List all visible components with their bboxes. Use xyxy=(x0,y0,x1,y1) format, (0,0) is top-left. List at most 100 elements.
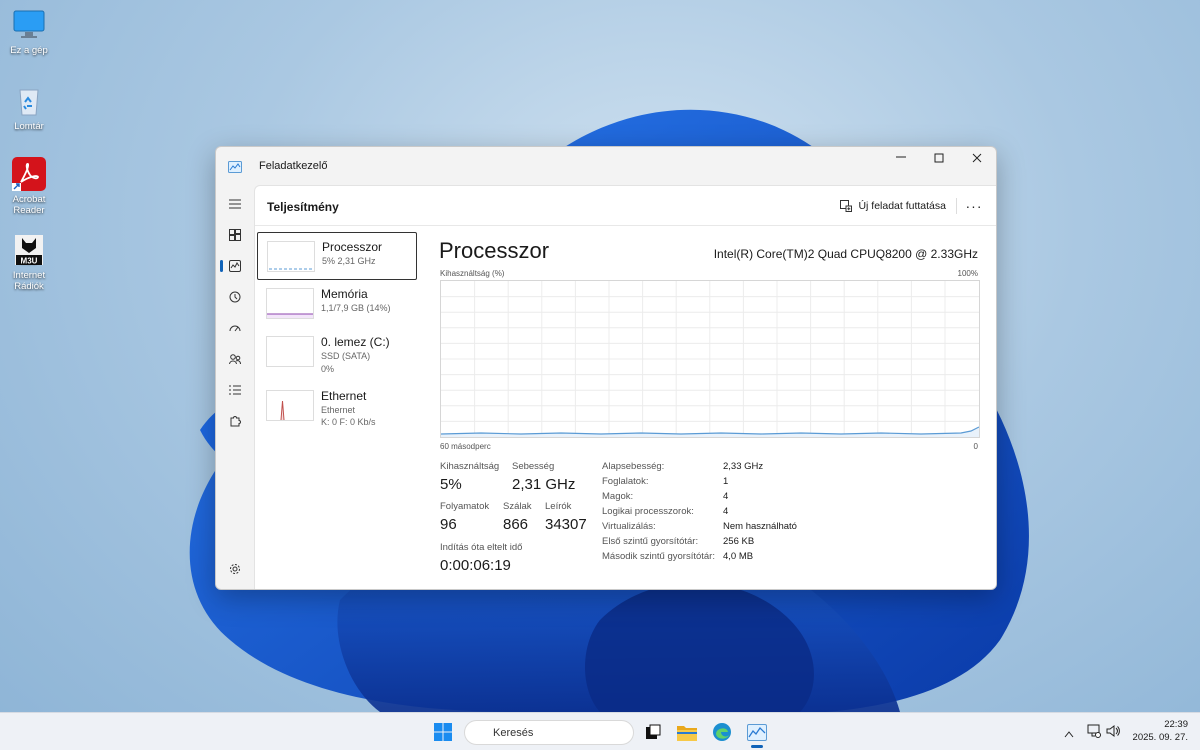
spec-label: Magok: xyxy=(602,491,634,502)
page-title: Teljesítmény xyxy=(267,200,339,214)
desktop-icon-recycle-bin[interactable]: Lomtár xyxy=(6,84,52,132)
nav-details[interactable] xyxy=(223,379,247,401)
cpu-model: Intel(R) Core(TM)2 Quad CPUQ8200 @ 2.33G… xyxy=(713,247,978,261)
nav-services[interactable] xyxy=(223,410,247,432)
memory-thumbnail xyxy=(266,288,314,319)
device-item-memory[interactable]: Memória 1,1/7,9 GB (14%) xyxy=(257,280,417,328)
stat-handles: Leírók 34307 xyxy=(545,501,587,533)
spec-value: 1 xyxy=(723,476,729,487)
clock-time: 22:39 xyxy=(1164,719,1188,730)
spec-label: Második szintű gyorsítótár: xyxy=(602,551,715,562)
nav-performance[interactable] xyxy=(220,255,247,277)
performance-icon xyxy=(229,260,241,272)
more-options-button[interactable]: ··· xyxy=(964,196,984,216)
spec-value: 256 KB xyxy=(723,536,755,547)
speaker-icon xyxy=(1106,725,1120,737)
speedometer-icon xyxy=(229,325,241,332)
content-pane: Teljesítmény Új feladat futtatása ··· Pr… xyxy=(254,185,996,589)
folder-icon xyxy=(677,725,697,741)
command-bar: Teljesítmény Új feladat futtatása ··· xyxy=(255,186,996,226)
spec-value: 4 xyxy=(723,491,729,502)
detail-title: Processzor xyxy=(439,238,550,263)
navigation-rail xyxy=(216,185,254,589)
desktop-icon-label: Acrobat Reader xyxy=(12,194,46,216)
device-subtitle: SSD (SATA) xyxy=(321,351,371,361)
minimize-button[interactable] xyxy=(882,147,920,168)
device-subtitle: 1,1/7,9 GB (14%) xyxy=(321,303,391,313)
stat-processes: Folyamatok 96 xyxy=(440,501,489,533)
device-item-ethernet[interactable]: Ethernet Ethernet K: 0 F: 0 Kb/s xyxy=(257,382,417,430)
search-placeholder: Keresés xyxy=(493,726,534,739)
stat-threads: Szálak 866 xyxy=(503,501,532,533)
recycle-bin-icon xyxy=(12,84,46,118)
stat-speed: Sebesség 2,31 GHz xyxy=(512,461,575,493)
run-task-icon xyxy=(840,200,853,212)
ethernet-thumbnail xyxy=(266,390,314,421)
stat-utilization: Kihasználtság 5% xyxy=(440,461,499,493)
device-item-disk[interactable]: 0. lemez (C:) SSD (SATA) 0% xyxy=(257,328,417,376)
device-subtitle: Ethernet xyxy=(321,405,356,415)
device-name: Processzor xyxy=(322,240,383,254)
desktop-icon-label: Internet Rádiók xyxy=(12,270,46,292)
cpu-thumbnail xyxy=(267,241,315,272)
taskbar-task-view-button[interactable] xyxy=(642,721,664,743)
stat-uptime: Indítás óta eltelt idő 0:00:06:19 xyxy=(440,542,522,574)
desktop-icon-this-pc[interactable]: Ez a gép xyxy=(6,8,52,56)
disk-thumbnail xyxy=(266,336,314,367)
settings-button[interactable] xyxy=(223,558,247,580)
device-subtitle: 5% 2,31 GHz xyxy=(322,256,376,266)
performance-detail: Processzor Intel(R) Core(TM)2 Quad CPUQ8… xyxy=(439,226,980,589)
stat-value: 96 xyxy=(440,516,457,533)
taskbar-edge[interactable] xyxy=(711,721,733,743)
task-manager-window: Feladatkezelő Teljesítmény Új feladat fu… xyxy=(215,146,997,590)
network-status-button[interactable] xyxy=(1087,724,1101,743)
spec-label: Foglalatok: xyxy=(602,476,649,487)
nav-processes[interactable] xyxy=(223,224,247,246)
taskbar: Keresés 22:39 2025. 09. 27. xyxy=(0,712,1200,750)
nav-startup-apps[interactable] xyxy=(223,317,247,339)
nav-app-history[interactable] xyxy=(223,286,247,308)
maximize-button[interactable] xyxy=(920,147,958,169)
command-bar-separator xyxy=(956,198,957,214)
taskbar-task-manager[interactable] xyxy=(746,721,768,748)
desktop-icon-label: Lomtár xyxy=(14,121,44,132)
close-button[interactable] xyxy=(958,147,996,169)
spec-label: Virtualizálás: xyxy=(602,521,656,532)
task-view-icon xyxy=(646,724,661,739)
clock-date: 2025. 09. 27. xyxy=(1132,732,1188,743)
stat-label: Indítás óta eltelt idő xyxy=(440,542,523,553)
nav-users[interactable] xyxy=(223,348,247,370)
volume-button[interactable] xyxy=(1106,724,1120,743)
desktop-icon-label: Ez a gép xyxy=(10,45,48,56)
device-item-cpu[interactable]: Processzor 5% 2,31 GHz xyxy=(257,232,417,280)
stat-value: 5% xyxy=(440,476,462,493)
spec-label: Első szintű gyorsítótár: xyxy=(602,536,699,547)
start-button[interactable] xyxy=(434,723,452,741)
network-icon xyxy=(1087,724,1101,738)
cpu-graph-svg xyxy=(440,281,980,437)
run-new-task-button[interactable]: Új feladat futtatása xyxy=(840,197,946,215)
stat-label: Szálak xyxy=(503,501,532,512)
stat-value: 0:00:06:19 xyxy=(440,557,511,574)
spec-value: 2,33 GHz xyxy=(723,461,764,472)
m3u-badge: M3U xyxy=(21,257,38,266)
device-subtitle-2: K: 0 F: 0 Kb/s xyxy=(321,417,376,427)
device-name: Ethernet xyxy=(321,389,367,403)
hamburger-icon xyxy=(229,199,241,209)
taskbar-file-explorer[interactable] xyxy=(676,721,698,743)
task-manager-app-icon xyxy=(228,160,242,173)
hamburger-menu-button[interactable] xyxy=(223,193,247,215)
device-list: Processzor 5% 2,31 GHz Memória 1,1/7,9 G… xyxy=(257,232,417,430)
details-list-icon xyxy=(229,385,241,395)
computer-icon xyxy=(12,8,46,42)
chart-x-label: 60 másodperc xyxy=(440,442,491,451)
show-hidden-icons-button[interactable] xyxy=(1064,725,1074,743)
title-bar[interactable]: Feladatkezelő xyxy=(216,147,996,185)
desktop-icon-acrobat-reader[interactable]: Acrobat Reader xyxy=(6,157,52,216)
desktop-icon-internet-radio[interactable]: M3U Internet Rádiók xyxy=(6,233,52,292)
stat-value: 34307 xyxy=(545,516,587,533)
taskbar-clock[interactable]: 22:39 2025. 09. 27. xyxy=(1133,718,1188,744)
taskbar-search-box[interactable]: Keresés xyxy=(464,720,634,745)
stat-label: Sebesség xyxy=(512,461,555,472)
edge-browser-icon xyxy=(713,723,731,741)
